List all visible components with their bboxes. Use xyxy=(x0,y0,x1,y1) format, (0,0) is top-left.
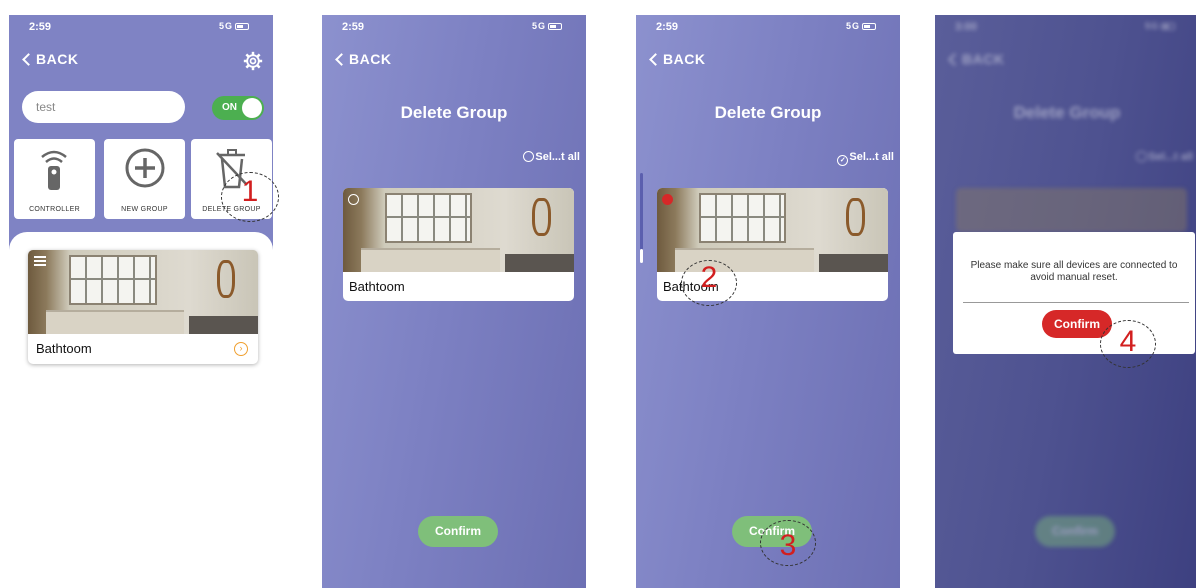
plus-icon xyxy=(125,148,165,188)
group-name-field[interactable]: test xyxy=(22,91,185,123)
controller-tile[interactable]: CONTROLLER xyxy=(14,139,95,219)
back-button[interactable]: BACK xyxy=(334,51,391,67)
group-card[interactable]: Bathtoom › xyxy=(28,250,258,364)
status-signal: 5G xyxy=(846,21,876,31)
dialog-message: Please make sure all devices are connect… xyxy=(970,260,1178,283)
battery-icon xyxy=(235,23,249,31)
toggle-knob xyxy=(242,98,262,118)
select-radio[interactable] xyxy=(348,194,359,205)
back-button[interactable]: BACK xyxy=(21,51,78,67)
chevron-left-icon xyxy=(649,53,662,66)
dialog-divider xyxy=(963,302,1189,303)
status-time: 2:59 xyxy=(656,21,679,33)
step-annotation-1: 1 xyxy=(221,172,279,222)
screen-delete-group-selected: 2:59 5G BACK Delete Group ✓ Sel...t all B… xyxy=(636,15,900,588)
back-button: BACK xyxy=(947,51,1004,67)
battery-icon xyxy=(862,23,876,31)
status-time: 3:00 xyxy=(955,21,978,33)
group-name: Bathtoom xyxy=(349,279,405,294)
confirm-dialog: Please make sure all devices are connect… xyxy=(953,232,1195,354)
scrollbar-track[interactable] xyxy=(640,173,643,261)
status-signal: 5G xyxy=(1145,21,1175,31)
check-circle-icon: ✓ xyxy=(837,155,849,166)
back-button[interactable]: BACK xyxy=(648,51,705,67)
remote-icon xyxy=(41,150,67,190)
chevron-left-icon xyxy=(948,53,961,66)
battery-icon xyxy=(1161,23,1175,31)
scrollbar-thumb[interactable] xyxy=(640,249,643,263)
group-photo xyxy=(657,188,888,272)
chevron-left-icon xyxy=(335,53,348,66)
check-circle-icon xyxy=(1136,151,1148,162)
status-time: 2:59 xyxy=(342,21,365,33)
group-photo xyxy=(343,188,574,272)
new-group-tile[interactable]: NEW GROUP xyxy=(104,139,185,219)
group-card xyxy=(956,188,1187,232)
select-all-toggle: Sel...t all xyxy=(1136,151,1193,163)
status-signal: 5G xyxy=(532,21,562,31)
select-all-toggle[interactable]: ✓ Sel...t all xyxy=(837,151,894,166)
group-card[interactable]: Bathtoom xyxy=(343,188,574,301)
toggle-label: ON xyxy=(222,102,237,113)
chevron-left-icon xyxy=(22,53,35,66)
confirm-button[interactable]: Confirm xyxy=(418,516,498,547)
screen-home: 2:59 5G BACK test ON CONTROLLER NEW GROU… xyxy=(9,15,273,588)
step-annotation-4: 4 xyxy=(1100,320,1156,368)
group-photo xyxy=(28,250,258,334)
status-bar: 3:00 5G xyxy=(935,21,1196,37)
step-annotation-3: 3 xyxy=(760,520,816,566)
status-signal: 5G xyxy=(219,21,249,31)
page-title: Delete Group xyxy=(1013,103,1121,122)
menu-icon[interactable] xyxy=(34,256,46,268)
select-all-toggle[interactable]: Sel...t all xyxy=(523,151,580,163)
chevron-right-icon[interactable]: › xyxy=(234,342,248,356)
page-title: Delete Group xyxy=(400,103,508,122)
status-bar: 2:59 5G xyxy=(636,21,900,37)
battery-icon xyxy=(548,23,562,31)
power-toggle[interactable]: ON xyxy=(212,96,264,120)
group-name: Bathtoom xyxy=(36,341,92,356)
screen-delete-group: 2:59 5G BACK Delete Group Sel...t all Ba… xyxy=(322,15,586,588)
radio-unchecked-icon xyxy=(523,151,535,162)
confirm-button: Confirm xyxy=(1035,516,1115,547)
step-annotation-2: 2 xyxy=(681,260,737,306)
new-group-label: NEW GROUP xyxy=(121,206,168,213)
status-time: 2:59 xyxy=(29,21,52,33)
status-bar: 2:59 5G xyxy=(9,21,273,37)
status-bar: 2:59 5G xyxy=(322,21,586,37)
gear-icon[interactable] xyxy=(243,51,263,71)
select-radio[interactable] xyxy=(662,194,673,205)
controller-label: CONTROLLER xyxy=(29,206,80,213)
screen-confirm-dialog: 3:00 5G BACK Delete Group Sel...t all Co… xyxy=(935,15,1196,588)
page-title: Delete Group xyxy=(714,103,822,122)
